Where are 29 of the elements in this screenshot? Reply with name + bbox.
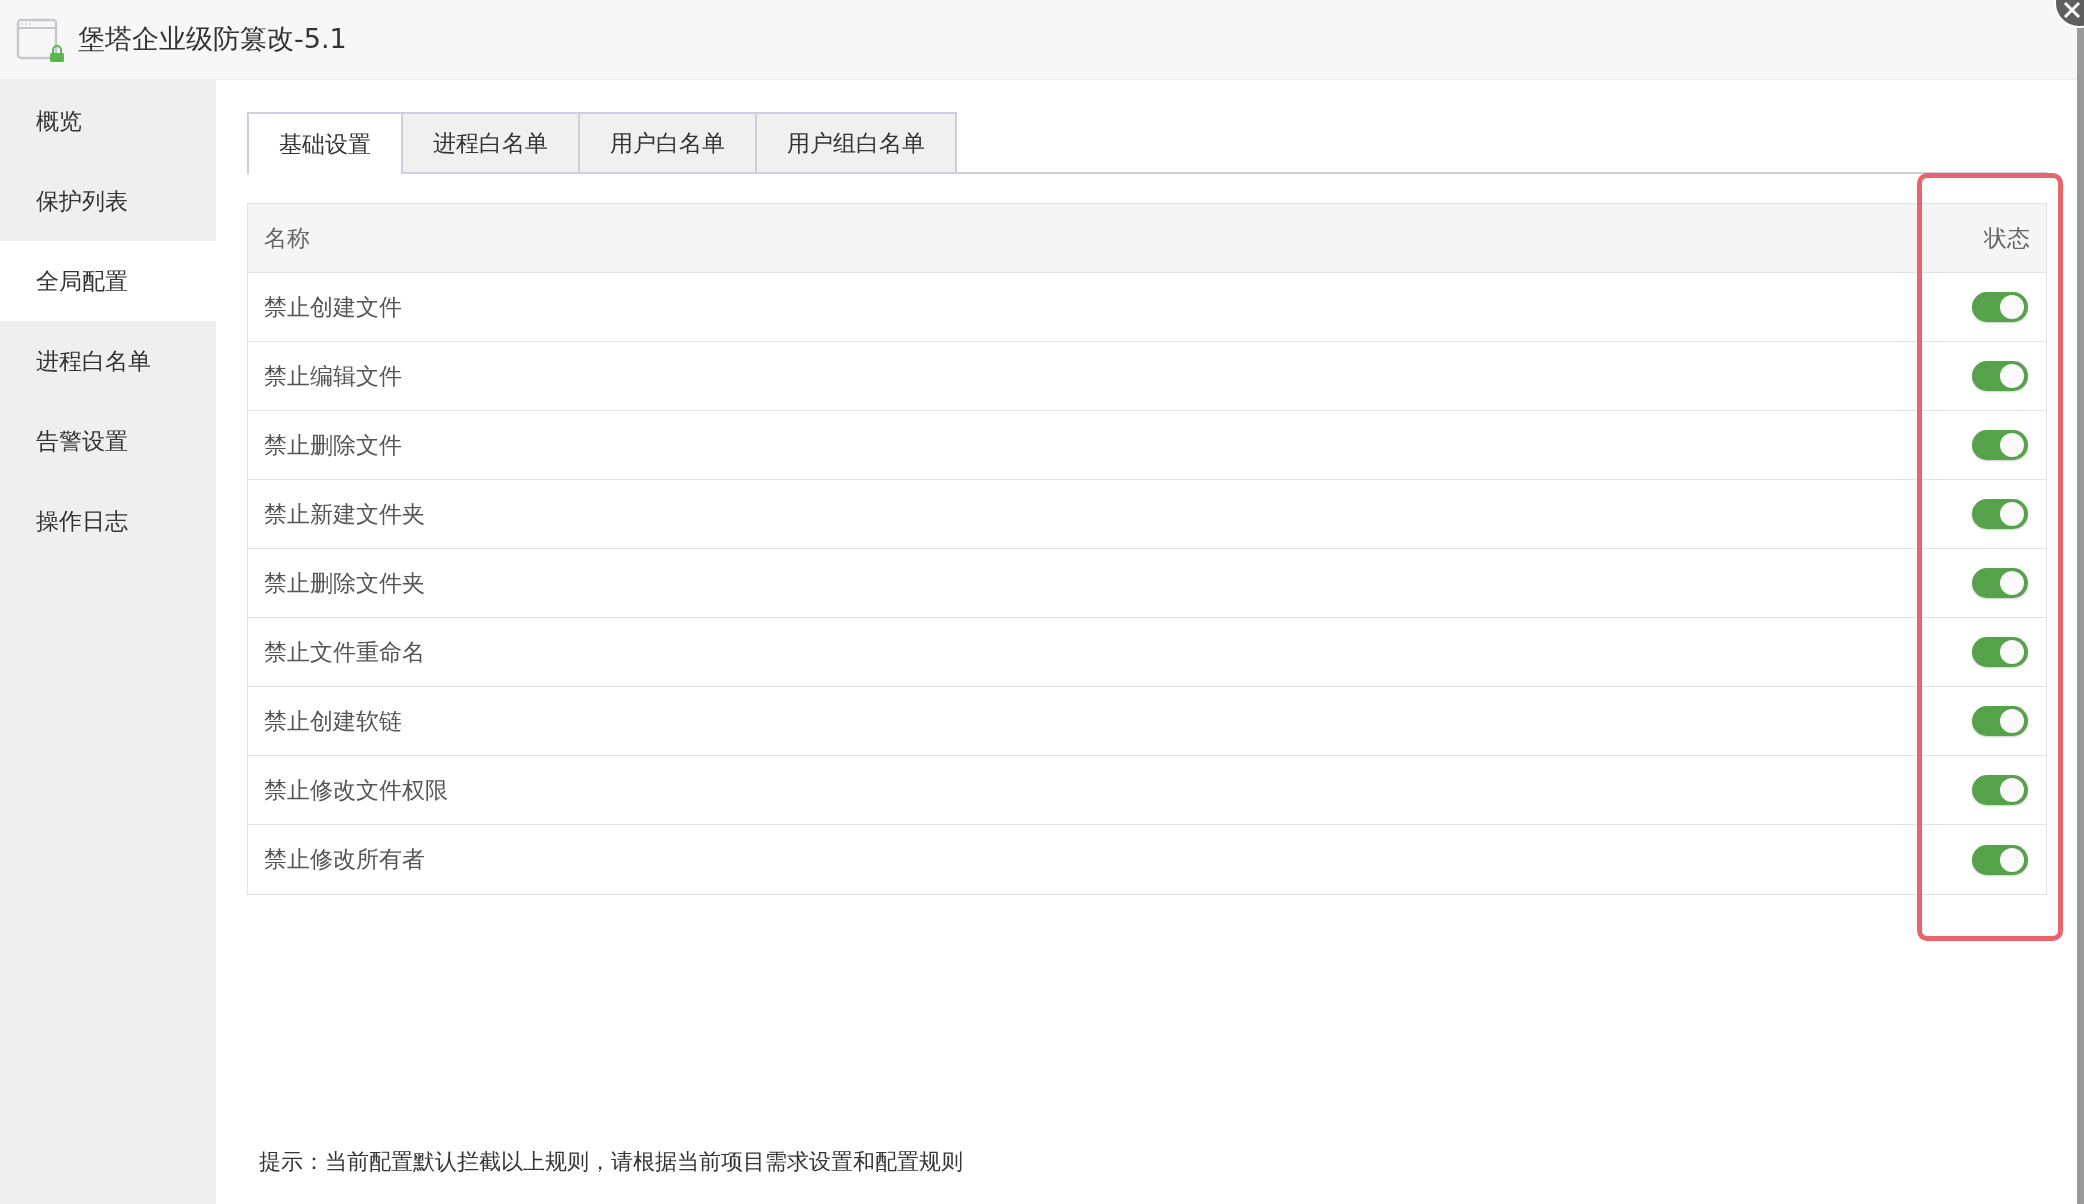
tab[interactable]: 进程白名单 [403,112,580,172]
toggle-switch[interactable] [1972,292,2028,322]
hint-text: 提示：当前配置默认拦截以上规则，请根据当前项目需求设置和配置规则 [259,1149,963,1174]
toggle-switch[interactable] [1972,637,2028,667]
table-cell-text: 禁止修改文件权限 [264,775,448,805]
table-cell-text: 禁止编辑文件 [264,361,402,391]
table-cell-text: 禁止创建文件 [264,292,402,322]
table-cell-text: 禁止删除文件 [264,430,402,460]
toggle-switch[interactable] [1972,844,2028,875]
window-title: 堡塔企业级防篡改-5.1 [78,22,347,57]
table-cell-text: 禁止新建文件夹 [264,499,425,529]
column-header: 名称 [264,223,310,253]
toggle-switch[interactable] [1972,499,2028,529]
locked-window-icon [16,17,66,62]
toggle-switch[interactable] [1972,568,2028,598]
tab[interactable]: 用户白名单 [580,112,757,172]
table-cell-text: 禁止创建软链 [264,706,402,736]
tab[interactable]: 用户组白名单 [757,112,957,172]
toggle-switch[interactable] [1972,706,2028,736]
toggle-switch[interactable] [1972,775,2028,805]
close-icon [2063,1,2081,19]
toggle-switch[interactable] [1972,430,2028,460]
tab[interactable]: 基础设置 [247,112,403,174]
toggle-switch[interactable] [1972,361,2028,391]
table-cell-text: 禁止修改所有者 [264,845,425,875]
column-header: 状态 [1984,223,2030,253]
table-cell-text: 禁止文件重命名 [264,637,425,667]
sidebar-item[interactable]: 全局配置 [0,241,216,321]
table-cell-text: 禁止删除文件夹 [264,568,425,598]
